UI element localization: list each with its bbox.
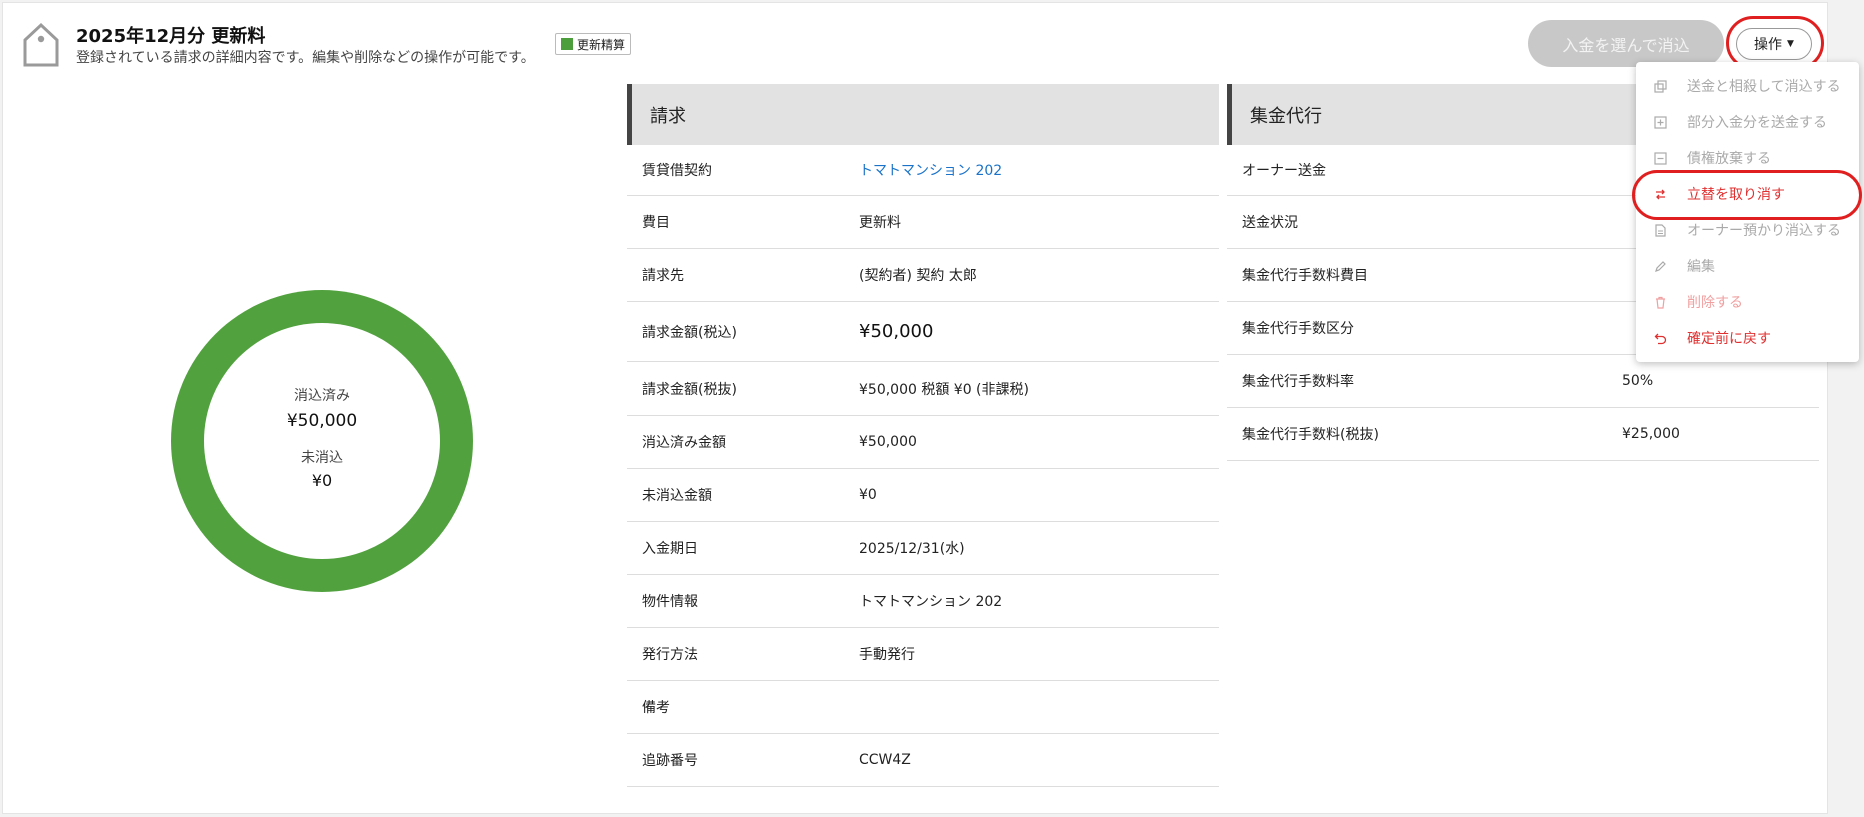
menu-item-label: 編集 <box>1687 259 1715 275</box>
row-label: 物件情報 <box>642 594 698 610</box>
menu-item-waive-claim[interactable]: 債権放棄する <box>1636 140 1859 176</box>
menu-item-owner-deposit-reconcile[interactable]: オーナー預かり消込する <box>1636 212 1859 248</box>
row-label: 請求金額(税抜) <box>642 381 737 398</box>
copy-icon <box>1653 79 1667 93</box>
menu-item-cancel-advance[interactable]: 立替を取り消す <box>1636 176 1859 212</box>
operations-menu: 送金と相殺して消込する 部分入金分を送金する 債権放棄する 立替を取り消すオーナー預か… <box>1636 62 1859 362</box>
row-label: 費目 <box>642 215 670 231</box>
minus-square-icon <box>1653 151 1667 165</box>
uncleared-value: ¥0 <box>311 471 333 490</box>
row-value: トマトマンション 202 <box>859 594 1003 610</box>
row-label: 集金代行手数料率 <box>1242 374 1354 390</box>
cleared-value: ¥50,000 <box>286 411 358 431</box>
table-row: 入金期日 2025/12/31(水) <box>627 522 1219 575</box>
row-label: 入金期日 <box>642 541 698 557</box>
plus-square-icon <box>1653 115 1667 129</box>
undo-icon <box>1653 331 1667 345</box>
tag-icon <box>23 22 59 67</box>
billing-rows: 賃貸借契約 トマトマンション 202 費目 更新料 請求先 (契約者) 契約 太郎 請求金額… <box>627 145 1219 787</box>
menu-item-label: 確定前に戻す <box>1687 331 1771 347</box>
table-row: 追跡番号 CCW4Z <box>627 734 1219 787</box>
row-value: ¥50,000 <box>859 434 917 450</box>
table-row: 請求先 (契約者) 契約 太郎 <box>627 249 1219 302</box>
page-description: 登録されている請求の詳細内容です。編集や削除などの操作が可能です。 <box>76 50 535 66</box>
row-value: ¥50,000 <box>859 321 934 342</box>
row-label: 請求先 <box>642 268 684 284</box>
donut-summary: 消込済み ¥50,000 未消込 ¥0 <box>171 385 473 490</box>
badge-label: 更新精算 <box>577 37 626 52</box>
menu-item-label: 送金と相殺して消込する <box>1687 79 1841 95</box>
table-row: 請求金額(税抜) ¥50,000 税額 ¥0 (非課税) <box>627 362 1219 416</box>
table-row: 集金代行手数料(税抜) ¥25,000 <box>1227 408 1819 461</box>
row-label: 集金代行手数料費目 <box>1242 268 1368 284</box>
row-value: 更新料 <box>859 215 901 231</box>
menu-item-delete[interactable]: 削除する <box>1636 284 1859 320</box>
billing-panel: 請求 賃貸借契約 トマトマンション 202 費目 更新料 請求先 (契約者) 契約 太郎請… <box>627 84 1219 787</box>
operations-label: 操作 <box>1754 37 1783 53</box>
row-value: ¥50,000 税額 ¥0 (非課税) <box>859 381 1029 398</box>
contract-link[interactable]: トマトマンション 202 <box>859 160 1002 180</box>
row-label: 集金代行手数区分 <box>1242 321 1354 337</box>
row-label: 消込済み金額 <box>642 435 726 451</box>
table-row: 費目 更新料 <box>627 196 1219 249</box>
table-row: 集金代行手数料率 50% <box>1227 355 1819 408</box>
menu-item-label: オーナー預かり消込する <box>1687 223 1841 239</box>
row-value: CCW4Z <box>859 752 911 768</box>
row-value: 50% <box>1622 373 1654 389</box>
swap-icon <box>1653 187 1667 201</box>
row-label: 集金代行手数料(税抜) <box>1242 427 1379 443</box>
table-row: 発行方法 手動発行 <box>627 628 1219 681</box>
menu-item-send-partial[interactable]: 部分入金分を送金する <box>1636 104 1859 140</box>
row-label: 賃貸借契約 <box>642 163 712 179</box>
table-row: 消込済み金額 ¥50,000 <box>627 416 1219 469</box>
row-label: 発行方法 <box>642 647 698 663</box>
row-value: (契約者) 契約 太郎 <box>859 268 977 284</box>
row-label: 未消込金額 <box>642 488 712 504</box>
row-label: 請求金額(税込) <box>642 324 737 341</box>
menu-item-label: 削除する <box>1687 295 1743 311</box>
trash-icon <box>1653 295 1667 309</box>
table-row: 賃貸借契約 トマトマンション 202 <box>627 145 1219 196</box>
menu-item-offset-reconcile[interactable]: 送金と相殺して消込する <box>1636 68 1859 104</box>
caret-down-icon: ▼ <box>1787 39 1794 49</box>
table-row: 物件情報 トマトマンション 202 <box>627 575 1219 628</box>
menu-item-label: 部分入金分を送金する <box>1687 115 1827 131</box>
menu-item-label: 立替を取り消す <box>1687 187 1785 203</box>
menu-item-revert[interactable]: 確定前に戻す <box>1636 320 1859 356</box>
status-badge: 更新精算 <box>555 33 632 55</box>
operations-dropdown-button[interactable]: 操作 ▼ <box>1736 28 1812 60</box>
row-value: ¥0 <box>859 487 877 503</box>
menu-item-edit[interactable]: 編集 <box>1636 248 1859 284</box>
row-label: オーナー送金 <box>1242 163 1326 179</box>
reconcile-deposit-button[interactable]: 入金を選んで消込 <box>1528 20 1724 67</box>
row-value: ¥25,000 <box>1622 426 1680 442</box>
row-label: 送金状況 <box>1242 215 1298 231</box>
cleared-label: 消込済み <box>294 388 350 404</box>
billing-header: 請求 <box>627 84 1219 145</box>
document-icon <box>1653 223 1667 237</box>
uncleared-label: 未消込 <box>301 450 343 466</box>
table-row: 未消込金額 ¥0 <box>627 469 1219 522</box>
badge-color-square <box>561 38 573 50</box>
row-label: 備考 <box>642 700 670 716</box>
menu-item-label: 債権放棄する <box>1687 151 1771 167</box>
row-value: 2025/12/31(水) <box>859 541 965 557</box>
page-title: 2025年12月分 更新料 <box>76 26 266 47</box>
pencil-icon <box>1653 259 1667 273</box>
table-row: 請求金額(税込) ¥50,000 <box>627 302 1219 362</box>
row-label: 追跡番号 <box>642 753 698 769</box>
table-row: 備考 <box>627 681 1219 734</box>
row-value: 手動発行 <box>859 647 915 663</box>
